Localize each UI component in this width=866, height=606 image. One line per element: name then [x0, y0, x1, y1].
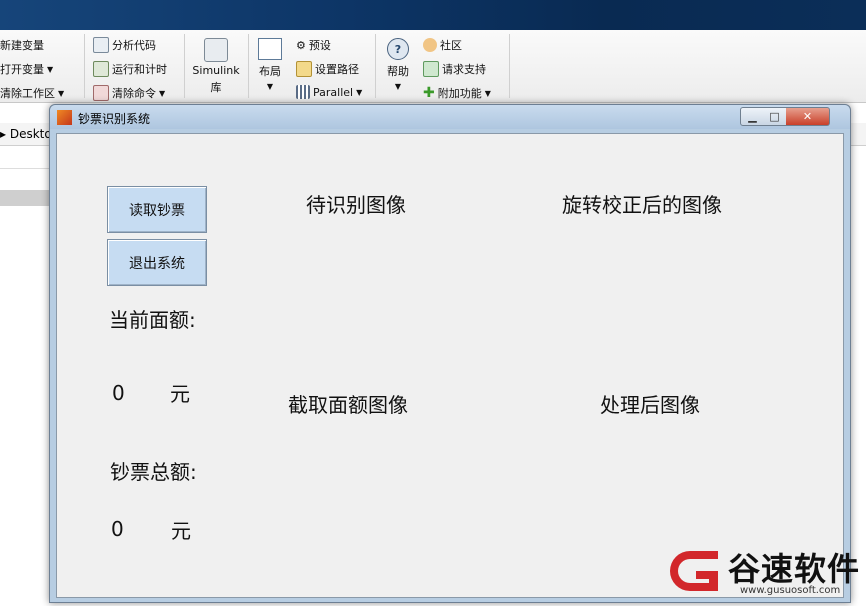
parallel-label: Parallel [313, 85, 354, 99]
maximize-button[interactable]: □ [763, 107, 787, 126]
preferences-button[interactable]: ⚙ 预设 [296, 37, 331, 53]
help-label: 帮助 [387, 65, 409, 78]
layout-label: 布局 [259, 65, 281, 78]
clear-workspace-label: 清除工作区 [0, 87, 55, 100]
analyze-code-button[interactable]: 分析代码 [93, 37, 156, 53]
new-variable-label: 新建变量 [0, 39, 44, 52]
plus-icon: ✚ [423, 85, 435, 101]
watermark-brand: 谷速软件 [728, 550, 861, 588]
watermark-url: www.gusuosoft.com [740, 585, 841, 596]
ribbon-divider [375, 34, 376, 98]
open-variable-button[interactable]: 打开变量 ▼ [0, 61, 53, 77]
simulink-icon [204, 38, 228, 62]
ribbon-divider [509, 34, 510, 98]
figure-window: 钞票识别系统 ▁ □ ✕ 读取钞票 退出系统 待识别图像 旋转校正后的图像 当前… [49, 104, 851, 603]
total-amount-value: 0 [111, 517, 124, 541]
analyze-code-label: 分析代码 [112, 39, 156, 52]
current-denomination-value: 0 [112, 381, 125, 405]
chevron-down-icon: ▼ [394, 82, 402, 91]
chevron-down-icon: ▼ [484, 88, 491, 98]
matlab-ribbon: 新建变量 打开变量 ▼ 清除工作区 ▼ 分析代码 运行和计时 清除命令 ▼ Si… [0, 30, 866, 103]
addons-label: 附加功能 [437, 87, 482, 100]
rotated-image-title: 旋转校正后的图像 [562, 193, 722, 217]
parallel-icon [296, 85, 310, 99]
current-unit-label: 元 [170, 382, 190, 406]
matlab-logo-icon [57, 110, 72, 125]
community-button[interactable]: 社区 [423, 37, 462, 53]
chevron-down-icon: ▼ [159, 88, 166, 98]
new-variable-button[interactable]: 新建变量 [0, 37, 44, 53]
simulink-label: Simulink [192, 64, 240, 77]
run-and-time-icon [93, 61, 109, 77]
processed-image-title: 处理后图像 [600, 393, 700, 417]
figure-title: 钞票识别系统 [78, 112, 151, 126]
set-path-button[interactable]: 设置路径 [296, 61, 359, 77]
crop-image-title: 截取面额图像 [288, 393, 408, 417]
current-folder-path: ▸ Deskto [0, 127, 52, 141]
request-support-button[interactable]: 请求支持 [423, 61, 486, 77]
maximize-icon: □ [769, 110, 780, 123]
addons-button[interactable]: ✚ 附加功能 ▼ [423, 85, 491, 101]
read-banknote-label: 读取钞票 [129, 202, 185, 219]
clear-commands-button[interactable]: 清除命令 ▼ [93, 85, 165, 101]
set-path-label: 设置路径 [315, 63, 359, 76]
chevron-down-icon: ▼ [266, 82, 274, 91]
close-icon: ✕ [802, 110, 813, 123]
preferences-label: 预设 [308, 39, 331, 52]
ribbon-divider [84, 34, 85, 98]
chevron-down-icon: ▼ [58, 88, 65, 98]
pending-image-title: 待识别图像 [306, 193, 406, 217]
run-and-time-button[interactable]: 运行和计时 [93, 61, 167, 77]
ribbon-divider [248, 34, 249, 98]
chevron-down-icon: ▼ [356, 87, 363, 97]
request-support-label: 请求支持 [442, 63, 486, 76]
analyze-code-icon [93, 37, 109, 53]
gear-icon: ⚙ [296, 38, 306, 52]
community-icon [423, 38, 437, 52]
ribbon-divider [184, 34, 185, 98]
total-amount-label: 钞票总额: [110, 460, 197, 484]
read-banknote-button[interactable]: 读取钞票 [107, 186, 207, 233]
figure-content: 读取钞票 退出系统 待识别图像 旋转校正后的图像 当前面额: 0 元 截取面额图… [56, 133, 844, 598]
layout-button[interactable]: 布局 ▼ [256, 38, 284, 91]
simulink-library-label: 库 [210, 81, 222, 94]
clear-commands-icon [93, 85, 109, 101]
folder-icon [296, 61, 312, 77]
figure-title-bar[interactable]: 钞票识别系统 ▁ □ ✕ [50, 105, 850, 129]
total-unit-label: 元 [171, 519, 191, 543]
watermark-logo-icon [670, 551, 718, 591]
close-button[interactable]: ✕ [786, 107, 830, 126]
chevron-down-icon: ▼ [47, 64, 54, 74]
parallel-button[interactable]: Parallel ▼ [296, 85, 362, 99]
minimize-icon: ▁ [748, 110, 757, 123]
community-label: 社区 [440, 39, 462, 52]
current-denomination-label: 当前面额: [109, 308, 196, 332]
exit-system-label: 退出系统 [129, 255, 185, 272]
open-variable-label: 打开变量 [0, 63, 44, 76]
layout-icon [258, 38, 282, 60]
minimize-button[interactable]: ▁ [740, 107, 765, 126]
request-support-icon [423, 61, 439, 77]
clear-workspace-button[interactable]: 清除工作区 ▼ [0, 85, 64, 101]
help-button[interactable]: ? 帮助 ▼ [386, 38, 410, 91]
help-icon: ? [387, 38, 409, 60]
exit-system-button[interactable]: 退出系统 [107, 239, 207, 286]
simulink-library-button[interactable]: Simulink 库 [192, 38, 240, 95]
clear-commands-label: 清除命令 [112, 87, 156, 100]
run-and-time-label: 运行和计时 [112, 63, 167, 76]
desktop-title-bar [0, 0, 866, 30]
